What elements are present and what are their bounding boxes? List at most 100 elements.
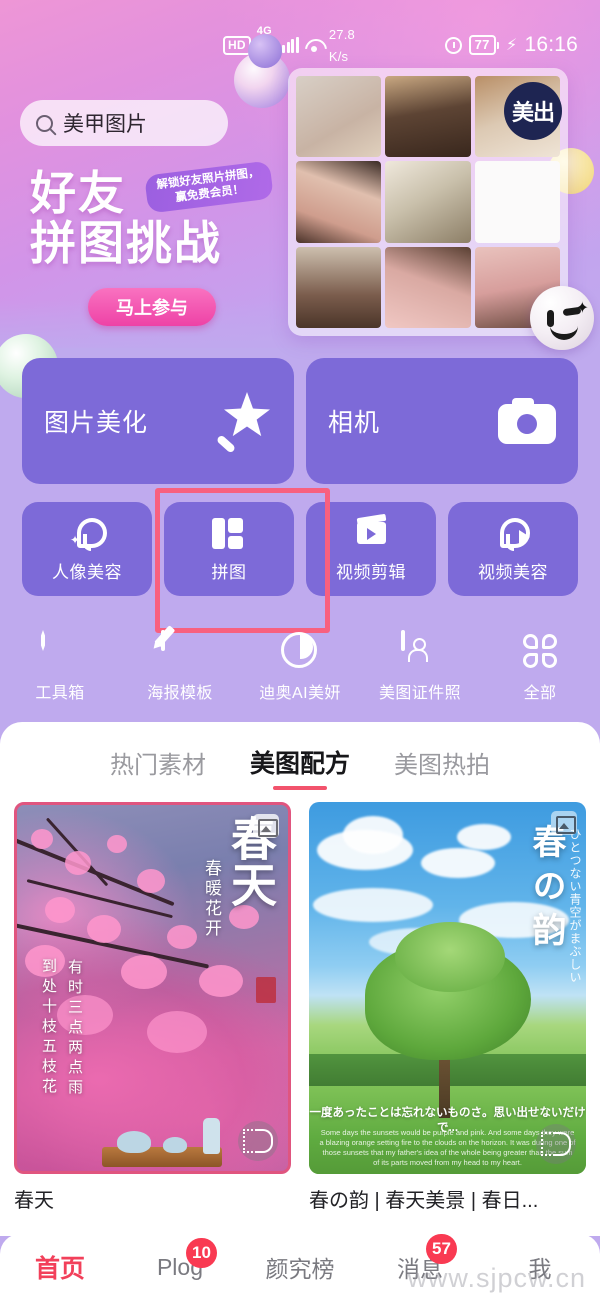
nav-badge-messages: 57 xyxy=(426,1234,457,1264)
tab-meitu-hot-shot[interactable]: 美图热拍 xyxy=(394,745,490,790)
feed-card-image-spring-blossom[interactable]: 春天 春暖花开 到处十枝五枝花 有时三点两点雨 xyxy=(14,802,291,1174)
feed-card[interactable]: 春天 春暖花开 到处十枝五枝花 有时三点两点雨 春天 xyxy=(14,802,291,1213)
search-input[interactable]: 美甲图片 xyxy=(20,100,228,146)
speed-value: 27.8 xyxy=(328,27,355,42)
feed-card-caption: 春天 xyxy=(14,1190,54,1212)
quick-tool-poster-template[interactable]: 海报模板 xyxy=(120,625,240,703)
magic-wand-icon xyxy=(214,392,272,454)
nav-item-plog[interactable]: Plog 10 xyxy=(120,1237,240,1281)
quick-tool-row: 工具箱 海报模板 迪奥AI美妍 美图证件照 全部 xyxy=(0,625,600,703)
portrait-beauty-icon: ✦ xyxy=(70,516,107,551)
feed-card-image-spring-tree[interactable]: 春の韵 ひとつない青空がまぶしい 一度あったことは忘れないものさ。思い出せないだ… xyxy=(309,802,586,1174)
app-root: HD 4G 27.8 K/s 77 ⚡ 16:16 美甲图片 好友 拼图挑战 解… xyxy=(0,0,600,1300)
feature-card-label: 图片美化 xyxy=(44,409,149,437)
video-beauty-icon xyxy=(496,516,530,551)
all-grid-icon xyxy=(521,632,559,670)
quick-tool-id-photo[interactable]: 美图证件照 xyxy=(360,630,480,703)
alarm-icon xyxy=(444,36,462,54)
feature-card-collage[interactable]: 拼图 xyxy=(164,502,294,596)
quick-tool-all[interactable]: 全部 xyxy=(480,632,600,703)
tea-cup xyxy=(163,1137,187,1153)
collage-grid-icon xyxy=(212,516,246,550)
feed-card-overlay-poem-a: 到处十枝五枝花 xyxy=(40,958,58,1098)
speed-unit: K/s xyxy=(328,49,349,64)
status-bar-right: 77 ⚡ 16:16 xyxy=(355,33,600,57)
puzzle-tile[interactable] xyxy=(385,76,471,158)
puzzle-tile[interactable] xyxy=(385,161,471,243)
feed-card-grid: 春天 春暖花开 到处十枝五枝花 有时三点两点雨 春天 春の韵 ひとつない青空がま… xyxy=(14,802,586,1213)
network-speed: 27.8 K/s xyxy=(329,23,355,67)
feature-card-photo-beautify[interactable]: 图片美化 xyxy=(22,358,294,484)
charging-bolt-icon: ⚡ xyxy=(506,37,518,54)
meitu-watermark-icon xyxy=(238,1121,278,1161)
puzzle-tile[interactable] xyxy=(296,76,382,158)
battery-indicator: 77 xyxy=(468,35,500,55)
quick-tool-label: 工具箱 xyxy=(35,685,85,702)
quick-tool-label: 美图证件照 xyxy=(378,685,461,702)
feed-card-overlay-poem-b: 有时三点两点雨 xyxy=(66,959,84,1099)
puzzle-tile[interactable] xyxy=(385,246,471,328)
seal-stamp-icon xyxy=(256,977,276,1003)
image-icon xyxy=(551,811,577,835)
feature-card-label: 视频剪辑 xyxy=(336,562,406,582)
tab-meitu-recipe[interactable]: 美图配方 xyxy=(250,744,350,790)
quick-tool-toolbox[interactable]: 工具箱 xyxy=(0,630,120,703)
tab-hot-materials[interactable]: 热门素材 xyxy=(110,745,206,790)
feature-card-label: 人像美容 xyxy=(52,562,122,582)
content-tab-bar: 热门素材 美图配方 美图热拍 xyxy=(0,744,600,790)
sparkle-icon: ✦ xyxy=(575,300,589,317)
nav-badge-plog: 10 xyxy=(186,1237,217,1268)
feed-card-overlay-subtitle: 春暖花开 xyxy=(201,859,221,939)
smiley-eye-left-icon xyxy=(547,310,554,327)
battery-level: 77 xyxy=(468,35,496,55)
hd-icon: HD xyxy=(223,35,251,55)
id-photo-icon xyxy=(401,630,439,670)
feed-card-overlay-title: 春の韵 xyxy=(526,824,566,956)
quick-tool-label: 海报模板 xyxy=(147,685,213,702)
feature-card-video-edit[interactable]: 视频剪辑 xyxy=(306,502,436,596)
camera-icon xyxy=(498,398,556,444)
quick-tool-label: 全部 xyxy=(523,685,557,702)
search-icon xyxy=(36,114,53,132)
search-input-value: 美甲图片 xyxy=(63,113,147,136)
tree-crown-top xyxy=(395,922,505,992)
feature-card-label: 相机 xyxy=(328,409,381,437)
puzzle-preview-card[interactable]: 美出 xyxy=(288,68,568,336)
clock-label: 16:16 xyxy=(524,33,579,56)
image-icon xyxy=(253,814,279,838)
puzzle-tile[interactable] xyxy=(296,161,382,243)
feature-card-camera[interactable]: 相机 xyxy=(306,358,578,484)
nav-item-home[interactable]: 首页 xyxy=(0,1249,120,1285)
tea-cup xyxy=(117,1131,151,1153)
nav-item-ranking[interactable]: 颜究榜 xyxy=(240,1250,360,1284)
video-clapper-icon xyxy=(354,513,388,550)
banner-join-button[interactable]: 马上参与 xyxy=(88,288,216,326)
feature-small-card-row: ✦ 人像美容 拼图 视频剪辑 视频美容 xyxy=(22,502,578,596)
status-bar: HD 4G 27.8 K/s 77 ⚡ 16:16 xyxy=(0,25,600,63)
tea-pot xyxy=(203,1118,220,1154)
feed-card-overlay-subtitle: ひとつない青空がまぶしい xyxy=(568,828,582,984)
feed-card[interactable]: 春の韵 ひとつない青空がまぶしい 一度あったことは忘れないものさ。思い出せないだ… xyxy=(309,802,586,1213)
wifi-icon xyxy=(305,38,323,52)
puzzle-tile-empty[interactable] xyxy=(474,161,560,243)
site-watermark: www.sjpcw.cn xyxy=(407,1263,586,1293)
nav-item-label: 首页 xyxy=(34,1255,85,1283)
dior-circle-icon xyxy=(281,632,319,670)
poster-edit-icon xyxy=(154,625,199,670)
meitu-watermark-icon xyxy=(536,1124,576,1164)
feature-card-label: 拼图 xyxy=(211,562,247,582)
feature-card-video-beauty[interactable]: 视频美容 xyxy=(448,502,578,596)
decor-smiley-ball-icon: ✦ xyxy=(530,286,594,350)
feed-card-caption: 春の韵 | 春天美景 | 春日... xyxy=(309,1190,539,1212)
feature-card-portrait-beauty[interactable]: ✦ 人像美容 xyxy=(22,502,152,596)
battery-cap-icon xyxy=(497,41,500,49)
puzzle-tile[interactable] xyxy=(296,246,382,328)
smiley-mouth-icon xyxy=(550,326,578,340)
toolbox-icon xyxy=(41,630,79,670)
banner-title-line2: 拼图挑战 xyxy=(30,216,222,270)
quick-tool-dior-ai[interactable]: 迪奥AI美妍 xyxy=(240,632,360,703)
feature-big-card-row: 图片美化 相机 xyxy=(22,358,578,484)
meitu-circle-badge: 美出 xyxy=(504,82,562,140)
quick-tool-label: 迪奥AI美妍 xyxy=(259,685,341,702)
feature-card-label: 视频美容 xyxy=(478,562,548,582)
